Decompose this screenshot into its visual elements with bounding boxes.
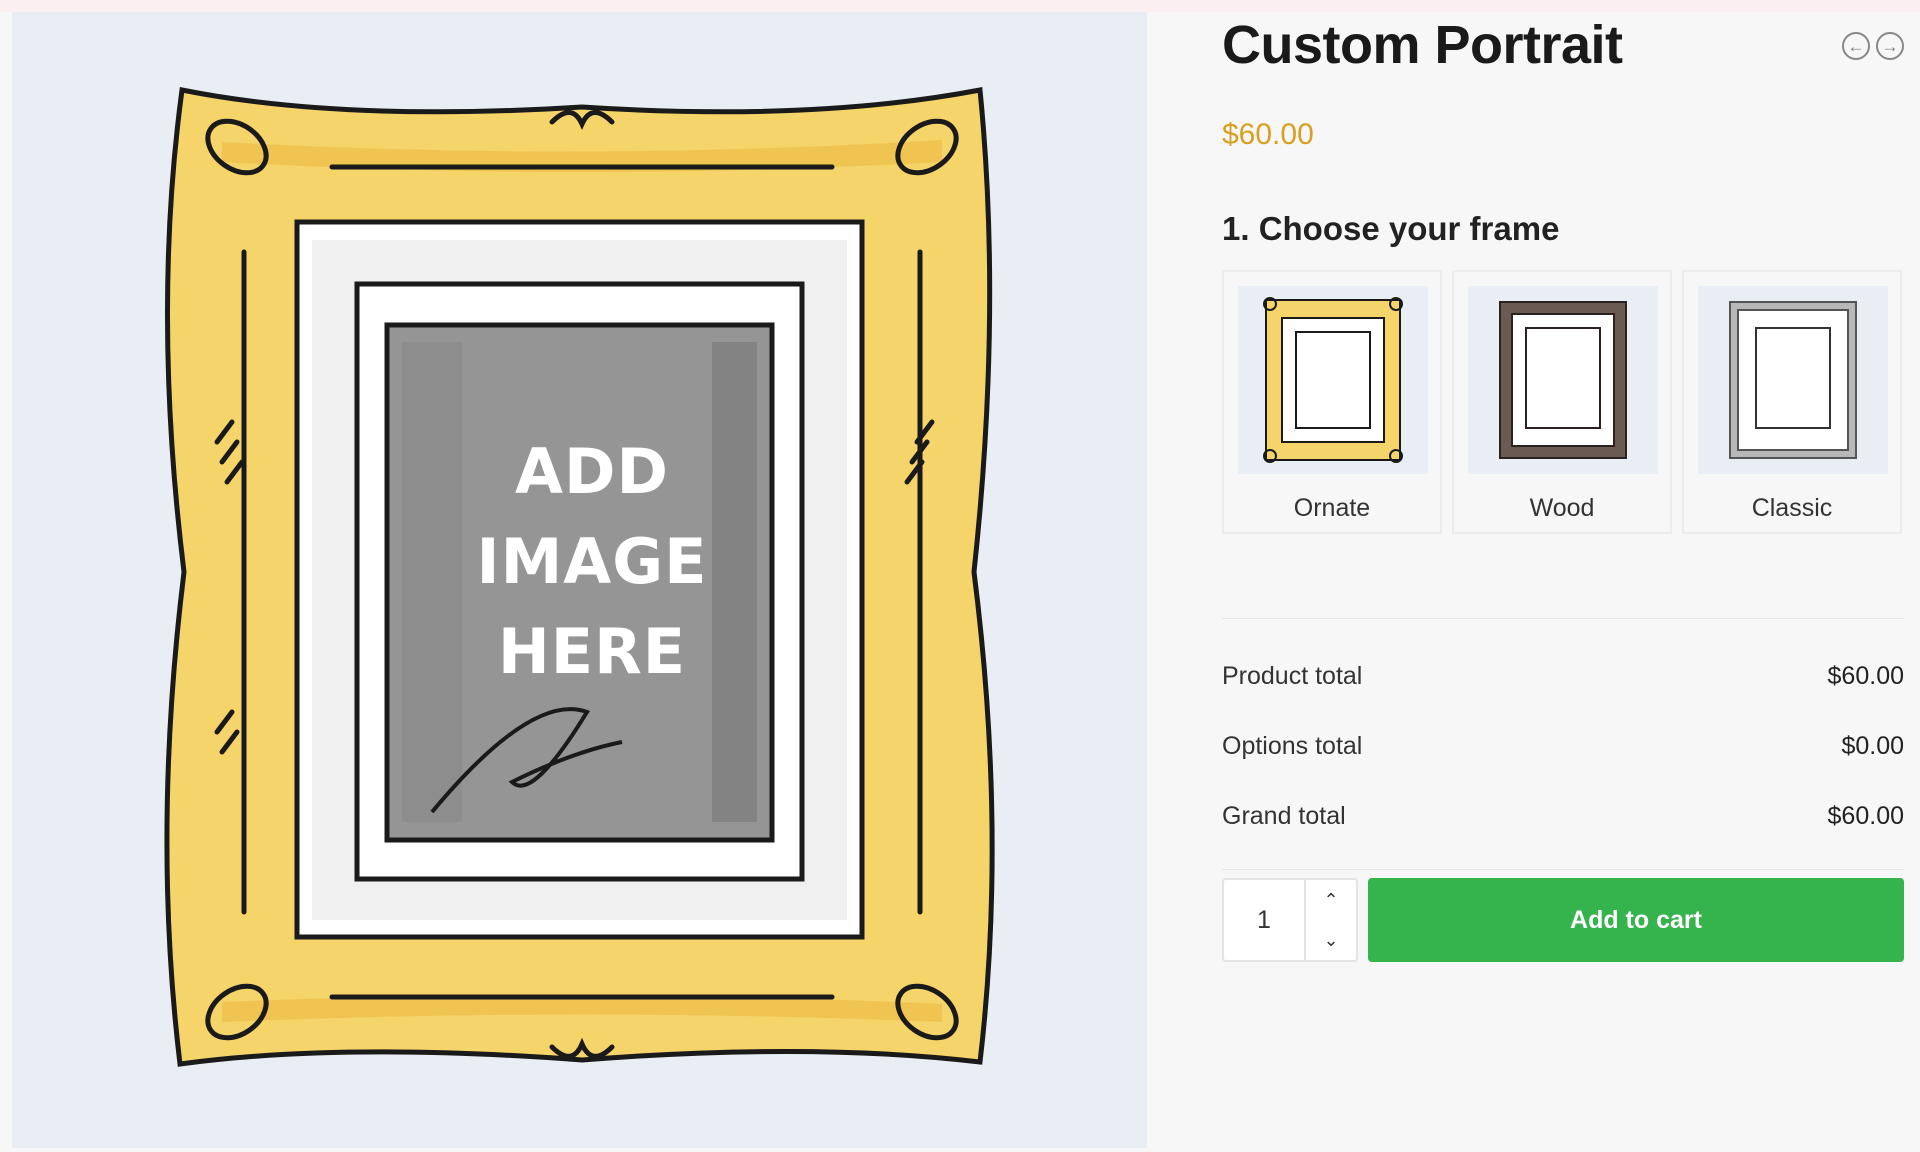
chevron-down-icon[interactable]: ⌄	[1306, 920, 1356, 960]
ornate-frame-thumbnail	[1238, 286, 1428, 474]
grand-total-row: Grand total $60.00	[1222, 781, 1904, 851]
frame-option-wood[interactable]: Wood	[1452, 270, 1672, 534]
quantity-stepper: ⌃ ⌄	[1222, 878, 1358, 962]
grand-total-value: $60.00	[1827, 801, 1904, 830]
quantity-input[interactable]	[1224, 880, 1304, 960]
product-total-value: $60.00	[1827, 661, 1904, 690]
classic-frame-thumbnail	[1698, 286, 1888, 474]
chevron-up-icon[interactable]: ⌃	[1306, 880, 1356, 920]
arrow-left-circle-icon[interactable]: ←	[1842, 32, 1870, 60]
options-total-value: $0.00	[1841, 731, 1904, 760]
frame-option-label: Classic	[1751, 494, 1833, 522]
wood-frame-thumbnail	[1468, 286, 1658, 474]
quantity-step-controls: ⌃ ⌄	[1304, 880, 1356, 960]
product-total-label: Product total	[1222, 661, 1363, 690]
frame-option-classic[interactable]: Classic	[1682, 270, 1902, 534]
product-image[interactable]: ADD IMAGE HERE	[12, 12, 1147, 1148]
options-total-row: Options total $0.00	[1222, 711, 1904, 781]
frame-options-heading: 1. Choose your frame	[1222, 210, 1560, 247]
placeholder-line: ADD	[515, 435, 669, 508]
product-total-row: Product total $60.00	[1222, 641, 1904, 711]
add-to-cart-row: ⌃ ⌄ Add to cart	[1222, 878, 1904, 962]
placeholder-line: IMAGE	[476, 525, 708, 598]
product-details: Custom Portrait ← → $60.00 1. Choose you…	[1222, 0, 1904, 1152]
frame-option-ornate[interactable]: Ornate	[1222, 270, 1442, 534]
frame-option-label: Ornate	[1293, 494, 1371, 522]
product-price: $60.00	[1222, 118, 1314, 151]
arrow-right-circle-icon[interactable]: →	[1876, 32, 1904, 60]
frame-option-list: Ornate Wood Classic	[1222, 270, 1902, 534]
product-navigation: ← →	[1842, 32, 1904, 60]
placeholder-line: HERE	[497, 615, 687, 688]
price-totals: Product total $60.00 Options total $0.00…	[1222, 618, 1904, 870]
add-image-placeholder: ADD IMAGE HERE	[387, 427, 797, 697]
grand-total-label: Grand total	[1222, 801, 1346, 830]
product-title: Custom Portrait	[1222, 15, 1623, 75]
options-total-label: Options total	[1222, 731, 1363, 760]
frame-option-label: Wood	[1529, 494, 1595, 522]
add-to-cart-button[interactable]: Add to cart	[1368, 878, 1904, 962]
